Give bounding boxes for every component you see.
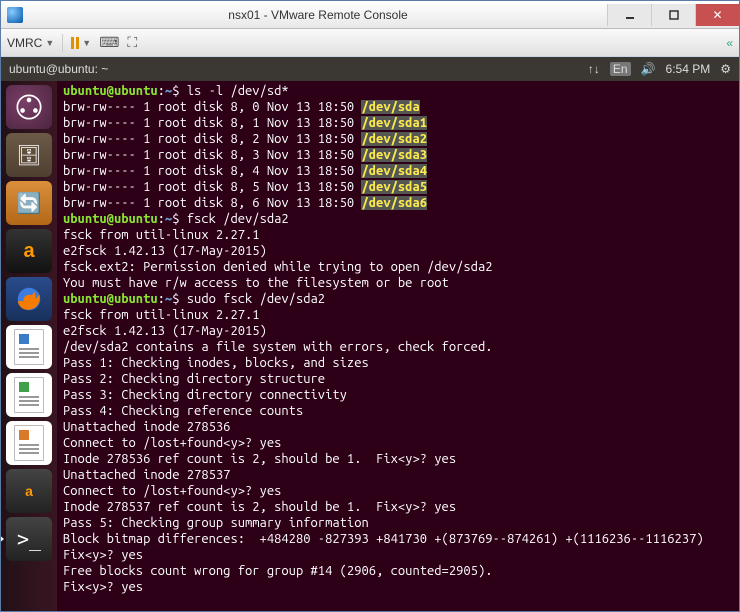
chevron-down-icon: ▼ bbox=[82, 38, 91, 48]
window-title: nsx01 - VMware Remote Console bbox=[29, 8, 607, 22]
active-app-indicator bbox=[1, 534, 4, 544]
dash-icon[interactable] bbox=[6, 85, 52, 129]
vmware-window: nsx01 - VMware Remote Console ✕ VMRC ▼ ▼… bbox=[0, 0, 740, 612]
clock[interactable]: 6:54 PM bbox=[666, 62, 711, 76]
amazon-store-icon[interactable]: a bbox=[6, 469, 52, 513]
pause-button[interactable]: ▼ bbox=[71, 37, 91, 49]
files-icon[interactable]: 🗄 bbox=[6, 133, 52, 177]
terminal-icon[interactable]: >_ bbox=[6, 517, 52, 561]
vmware-icon bbox=[7, 7, 23, 23]
software-center-icon[interactable]: 🔄 bbox=[6, 181, 52, 225]
sound-icon[interactable]: 🔊 bbox=[641, 62, 656, 76]
network-icon[interactable]: ↑↓ bbox=[588, 62, 600, 76]
menubar-title: ubuntu@ubuntu: ~ bbox=[9, 62, 108, 76]
vmrc-toolbar: VMRC ▼ ▼ ⌨ ⛶ « bbox=[1, 29, 739, 57]
close-button[interactable]: ✕ bbox=[695, 4, 739, 26]
pause-icon bbox=[71, 37, 79, 49]
chevron-down-icon: ▼ bbox=[45, 38, 54, 48]
libreoffice-writer-icon[interactable] bbox=[6, 325, 52, 369]
amazon-icon[interactable]: a bbox=[6, 229, 52, 273]
ubuntu-menubar: ubuntu@ubuntu: ~ ↑↓ En 🔊 6:54 PM ⚙ bbox=[1, 57, 739, 81]
minimize-button[interactable] bbox=[607, 4, 651, 26]
vmrc-menu[interactable]: VMRC ▼ bbox=[7, 36, 54, 50]
libreoffice-impress-icon[interactable] bbox=[6, 421, 52, 465]
collapse-toolbar-button[interactable]: « bbox=[726, 36, 733, 50]
firefox-icon[interactable] bbox=[6, 277, 52, 321]
maximize-button[interactable] bbox=[651, 4, 695, 26]
keyboard-layout-indicator[interactable]: En bbox=[610, 62, 631, 76]
vmrc-label: VMRC bbox=[7, 36, 42, 50]
guest-desktop: ubuntu@ubuntu: ~ ↑↓ En 🔊 6:54 PM ⚙ 🗄 🔄 a bbox=[1, 57, 739, 611]
separator bbox=[62, 34, 63, 52]
unity-launcher: 🗄 🔄 a a >_ bbox=[1, 81, 57, 611]
send-ctrl-alt-del-button[interactable]: ⌨ bbox=[99, 34, 119, 51]
terminal-window[interactable]: ubuntu@ubuntu:~$ ls -l /dev/sd* brw-rw--… bbox=[57, 81, 739, 611]
window-titlebar[interactable]: nsx01 - VMware Remote Console ✕ bbox=[1, 1, 739, 29]
fullscreen-button[interactable]: ⛶ bbox=[127, 34, 137, 51]
system-menu-icon[interactable]: ⚙ bbox=[720, 62, 731, 76]
libreoffice-calc-icon[interactable] bbox=[6, 373, 52, 417]
